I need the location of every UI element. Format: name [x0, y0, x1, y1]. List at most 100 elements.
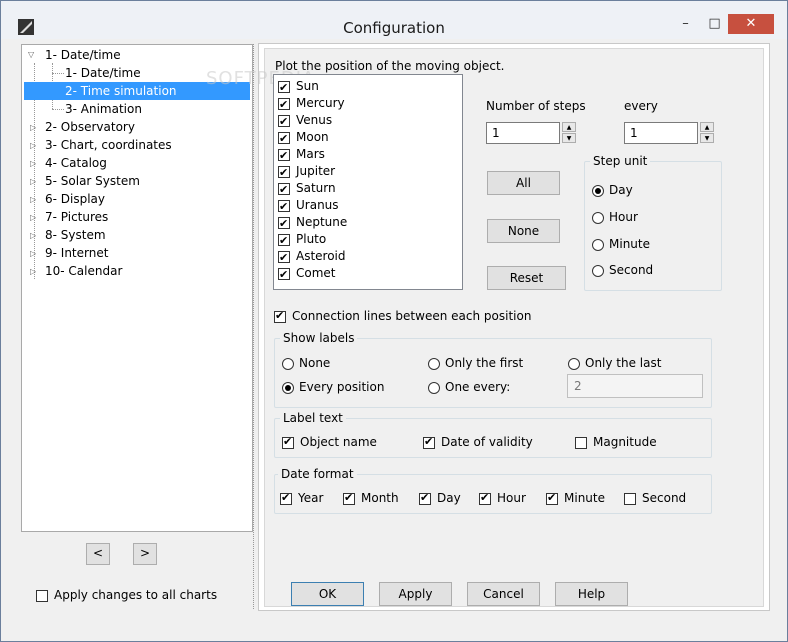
- show-labels-one-every[interactable]: One every:: [428, 380, 510, 394]
- date-format-hour[interactable]: Hour: [479, 491, 526, 505]
- checkbox[interactable]: [280, 491, 292, 505]
- radio[interactable]: [592, 211, 604, 224]
- checkbox[interactable]: [546, 491, 558, 505]
- step-unit-minute[interactable]: Minute: [592, 237, 650, 251]
- one-every-input[interactable]: 2: [567, 374, 703, 398]
- num-steps-spinner[interactable]: ▲ ▼: [562, 122, 576, 144]
- radio[interactable]: [282, 381, 294, 394]
- expand-icon[interactable]: ▷: [30, 159, 36, 168]
- label-object-name-checkbox[interactable]: Object name: [282, 435, 377, 449]
- close-button[interactable]: ✕: [728, 14, 774, 34]
- spin-down-icon[interactable]: ▼: [562, 133, 576, 143]
- spin-up-icon[interactable]: ▲: [562, 122, 576, 132]
- checkbox[interactable]: [278, 215, 290, 232]
- connection-lines-checkbox[interactable]: Connection lines between each position: [274, 309, 531, 323]
- none-button[interactable]: None: [487, 219, 560, 243]
- checkbox[interactable]: [278, 198, 290, 215]
- radio[interactable]: [282, 357, 294, 370]
- step-unit-day[interactable]: Day: [592, 183, 633, 197]
- panel-splitter[interactable]: [253, 44, 257, 609]
- object-item-neptune[interactable]: Neptune: [278, 214, 347, 232]
- cancel-button[interactable]: Cancel: [467, 582, 540, 606]
- object-item-pluto[interactable]: Pluto: [278, 231, 326, 249]
- object-item-jupiter[interactable]: Jupiter: [278, 163, 335, 181]
- checkbox[interactable]: [419, 491, 431, 505]
- radio[interactable]: [592, 184, 604, 197]
- checkbox[interactable]: [479, 491, 491, 505]
- tree-item-calendar[interactable]: 10- Calendar: [45, 262, 122, 280]
- object-item-asteroid[interactable]: Asteroid: [278, 248, 346, 266]
- tree-item-internet[interactable]: 9- Internet: [45, 244, 108, 262]
- every-input[interactable]: 1: [624, 122, 698, 144]
- expand-icon[interactable]: ▷: [30, 267, 36, 276]
- tree-item-solar-system[interactable]: 5- Solar System: [45, 172, 140, 190]
- step-unit-hour[interactable]: Hour: [592, 210, 638, 224]
- minimize-button[interactable]: –: [672, 14, 699, 34]
- num-steps-input[interactable]: 1: [486, 122, 560, 144]
- checkbox[interactable]: [278, 79, 290, 96]
- all-button[interactable]: All: [487, 171, 560, 195]
- checkbox[interactable]: [278, 266, 290, 283]
- objects-checklist[interactable]: Sun Mercury Venus Moon Mars Jupiter Satu…: [273, 74, 463, 290]
- date-format-year[interactable]: Year: [280, 491, 323, 505]
- checkbox[interactable]: [278, 130, 290, 147]
- step-unit-second[interactable]: Second: [592, 263, 653, 277]
- tree-item-animation[interactable]: 3- Animation: [65, 100, 142, 118]
- apply-all-charts-checkbox[interactable]: Apply changes to all charts: [36, 588, 217, 602]
- tree-item-datetime[interactable]: 1- Date/time: [45, 46, 121, 64]
- checkbox[interactable]: [278, 181, 290, 198]
- show-labels-only-first[interactable]: Only the first: [428, 356, 523, 370]
- checkbox[interactable]: [274, 309, 286, 323]
- object-item-uranus[interactable]: Uranus: [278, 197, 339, 215]
- tree-item-observatory[interactable]: 2- Observatory: [45, 118, 135, 136]
- checkbox[interactable]: [278, 147, 290, 164]
- checkbox[interactable]: [575, 436, 587, 449]
- object-item-mercury[interactable]: Mercury: [278, 95, 345, 113]
- date-format-month[interactable]: Month: [343, 491, 399, 505]
- expand-icon[interactable]: ▷: [30, 213, 36, 222]
- tree-item-datetime-sub[interactable]: 1- Date/time: [65, 64, 141, 82]
- object-item-mars[interactable]: Mars: [278, 146, 325, 164]
- show-labels-every-position[interactable]: Every position: [282, 380, 384, 394]
- object-item-saturn[interactable]: Saturn: [278, 180, 336, 198]
- tree-item-catalog[interactable]: 4- Catalog: [45, 154, 107, 172]
- expand-icon[interactable]: ▷: [30, 249, 36, 258]
- tree-item-pictures[interactable]: 7- Pictures: [45, 208, 108, 226]
- reset-button[interactable]: Reset: [487, 266, 566, 290]
- checkbox[interactable]: [278, 249, 290, 266]
- date-format-second[interactable]: Second: [624, 491, 686, 505]
- checkbox[interactable]: [282, 435, 294, 449]
- checkbox[interactable]: [624, 492, 636, 505]
- show-labels-none[interactable]: None: [282, 356, 330, 370]
- checkbox[interactable]: [343, 491, 355, 505]
- prev-page-button[interactable]: <: [86, 543, 110, 565]
- radio[interactable]: [428, 357, 440, 370]
- checkbox[interactable]: [278, 113, 290, 130]
- date-format-minute[interactable]: Minute: [546, 491, 605, 505]
- expand-icon[interactable]: ▷: [30, 195, 36, 204]
- collapse-icon[interactable]: ▽: [28, 50, 34, 59]
- label-date-validity-checkbox[interactable]: Date of validity: [423, 435, 533, 449]
- date-format-day[interactable]: Day: [419, 491, 461, 505]
- radio[interactable]: [592, 238, 604, 251]
- next-page-button[interactable]: >: [133, 543, 157, 565]
- object-item-sun[interactable]: Sun: [278, 78, 319, 96]
- spin-down-icon[interactable]: ▼: [700, 133, 714, 143]
- object-item-venus[interactable]: Venus: [278, 112, 332, 130]
- tree-item-system[interactable]: 8- System: [45, 226, 106, 244]
- object-item-moon[interactable]: Moon: [278, 129, 329, 147]
- tree-item-display[interactable]: 6- Display: [45, 190, 105, 208]
- expand-icon[interactable]: ▷: [30, 231, 36, 240]
- config-tree[interactable]: ▽ 1- Date/time 1- Date/time 2- Time simu…: [21, 44, 253, 532]
- tree-item-chart-coordinates[interactable]: 3- Chart, coordinates: [45, 136, 172, 154]
- every-spinner[interactable]: ▲ ▼: [700, 122, 714, 144]
- help-button[interactable]: Help: [555, 582, 628, 606]
- radio[interactable]: [568, 357, 580, 370]
- show-labels-only-last[interactable]: Only the last: [568, 356, 661, 370]
- checkbox[interactable]: [36, 589, 48, 602]
- spin-up-icon[interactable]: ▲: [700, 122, 714, 132]
- radio[interactable]: [428, 381, 440, 394]
- expand-icon[interactable]: ▷: [30, 123, 36, 132]
- checkbox[interactable]: [423, 435, 435, 449]
- checkbox[interactable]: [278, 96, 290, 113]
